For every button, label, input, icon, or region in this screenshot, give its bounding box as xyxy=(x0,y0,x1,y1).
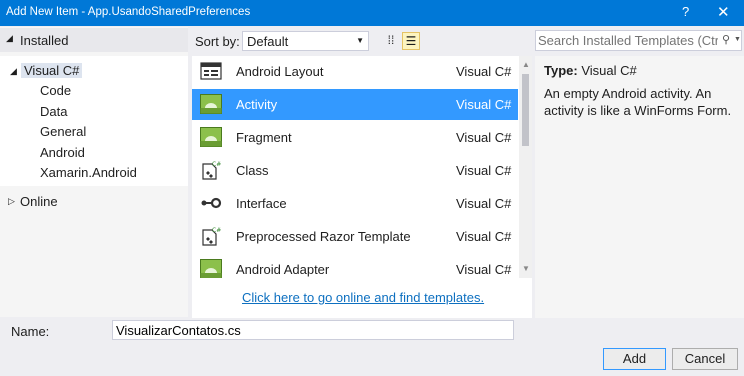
expanded-arrow-icon: ◢ xyxy=(6,33,13,43)
tree-item-xamarin-android[interactable]: Xamarin.Android xyxy=(40,165,137,180)
search-box[interactable]: ⚲ ▼ xyxy=(535,30,742,51)
template-name: Interface xyxy=(236,196,287,211)
sort-value: Default xyxy=(247,34,289,49)
help-button[interactable]: ? xyxy=(682,4,689,19)
chevron-down-icon[interactable]: ▼ xyxy=(734,36,741,43)
android-adapter-icon xyxy=(200,259,222,278)
add-button[interactable]: Add xyxy=(603,348,666,370)
sort-select[interactable]: Default ▼ xyxy=(242,31,369,51)
template-name: Class xyxy=(236,163,269,178)
template-scrollbar[interactable]: ▲ ▼ xyxy=(519,56,532,278)
small-icons-view-button[interactable]: ⁞⁞ xyxy=(382,32,400,50)
fragment-icon xyxy=(200,127,222,147)
installed-header[interactable]: ◢ Installed xyxy=(0,28,188,52)
installed-label: Installed xyxy=(20,33,69,48)
template-language: Visual C# xyxy=(456,130,512,145)
scroll-up-icon[interactable]: ▲ xyxy=(522,60,530,69)
interface-icon xyxy=(201,197,222,209)
title-bar: Add New Item - App.UsandoSharedPreferenc… xyxy=(0,0,744,26)
activity-icon xyxy=(200,94,222,114)
template-name: Activity xyxy=(236,97,278,112)
tree-item-visual-csharp[interactable]: Visual C# xyxy=(21,63,83,78)
razor-template-icon: C# xyxy=(202,227,221,246)
template-language: Visual C# xyxy=(456,64,512,79)
list-view-button[interactable]: ☰ xyxy=(402,32,420,50)
details-pane: Type: Visual C# An empty Android activit… xyxy=(535,56,744,318)
template-name: Preprocessed Razor Template xyxy=(236,229,411,244)
template-name: Fragment xyxy=(236,130,292,145)
find-templates-online-link[interactable]: Click here to go online and find templat… xyxy=(242,290,484,305)
template-description: An empty Android activity. An activity i… xyxy=(544,86,732,118)
template-type: Type: Visual C# xyxy=(544,63,637,78)
type-label: Type: xyxy=(544,63,578,78)
template-row-interface[interactable]: Interface Visual C# xyxy=(192,188,518,219)
svg-text:C#: C# xyxy=(212,161,221,168)
template-row-preprocessed-razor-template[interactable]: C# Preprocessed Razor Template Visual C# xyxy=(192,221,518,252)
template-row-android-layout[interactable]: Android Layout Visual C# xyxy=(192,56,518,87)
template-name: Android Adapter xyxy=(236,262,330,277)
tree-item-code[interactable]: Code xyxy=(40,83,71,98)
svg-text:C#: C# xyxy=(212,227,221,234)
android-layout-icon xyxy=(200,62,222,80)
template-language: Visual C# xyxy=(456,163,512,178)
template-row-class[interactable]: C# Class Visual C# xyxy=(192,155,518,186)
template-language: Visual C# xyxy=(456,97,512,112)
sort-bar: Sort by: Default ▼ ⁞⁞ ☰ xyxy=(192,28,532,54)
template-row-activity[interactable]: Activity Visual C# xyxy=(192,89,518,120)
cancel-button[interactable]: Cancel xyxy=(672,348,738,370)
template-row-android-adapter[interactable]: Android Adapter Visual C# xyxy=(192,254,518,278)
template-language: Visual C# xyxy=(456,196,512,211)
tree-item-android[interactable]: Android xyxy=(40,145,85,160)
search-input[interactable] xyxy=(538,32,718,49)
sort-label: Sort by: xyxy=(195,34,240,49)
template-language: Visual C# xyxy=(456,229,512,244)
template-row-fragment[interactable]: Fragment Visual C# xyxy=(192,122,518,153)
type-value: Visual C# xyxy=(581,63,637,78)
class-icon: C# xyxy=(202,161,221,180)
template-language: Visual C# xyxy=(456,262,512,277)
window-title: Add New Item - App.UsandoSharedPreferenc… xyxy=(6,6,251,18)
name-label: Name: xyxy=(11,324,50,339)
close-button[interactable]: ✕ xyxy=(717,3,730,21)
name-field[interactable] xyxy=(112,320,514,340)
tree-item-general[interactable]: General xyxy=(40,124,86,139)
scroll-down-icon[interactable]: ▼ xyxy=(522,264,530,273)
search-icon[interactable]: ⚲ xyxy=(722,33,730,46)
tree-item-data[interactable]: Data xyxy=(40,104,67,119)
chevron-down-icon: ▼ xyxy=(356,36,364,45)
collapsed-arrow-icon[interactable]: ▷ xyxy=(8,196,15,207)
template-name: Android Layout xyxy=(236,64,324,79)
scrollbar-thumb[interactable] xyxy=(522,74,529,146)
tree-item-online[interactable]: Online xyxy=(20,194,58,209)
expanded-arrow-icon[interactable]: ◢ xyxy=(10,66,17,77)
